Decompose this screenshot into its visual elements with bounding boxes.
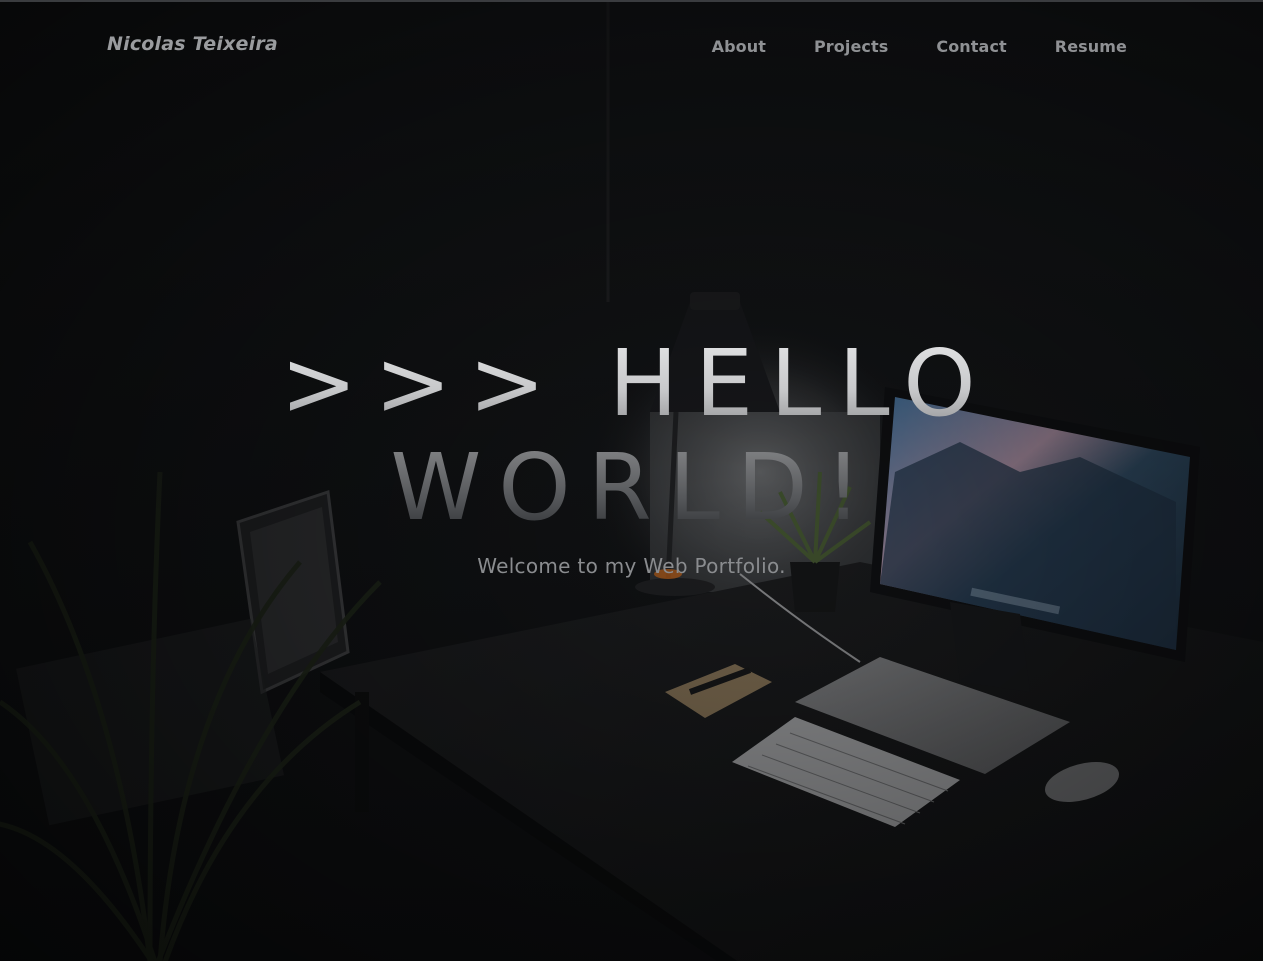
nav-links: About Projects Contact Resume: [664, 37, 1127, 56]
nav-link-resume[interactable]: Resume: [1055, 37, 1127, 56]
hero-heading-line1: >>> HELLO: [0, 332, 1263, 436]
hero-subtitle: Welcome to my Web Portfolio.: [477, 554, 786, 578]
nav-link-projects[interactable]: Projects: [814, 37, 888, 56]
hero-heading-line2: WORLD!: [0, 436, 1263, 540]
brand-logo-link[interactable]: Nicolas Teixeira: [107, 33, 278, 55]
top-navbar: Nicolas Teixeira About Projects Contact …: [0, 2, 1263, 92]
nav-link-about[interactable]: About: [712, 37, 766, 56]
hero-section: >>> HELLO WORLD! Welcome to my Web Portf…: [0, 332, 1263, 579]
nav-link-contact[interactable]: Contact: [936, 37, 1006, 56]
portfolio-page: Nicolas Teixeira About Projects Contact …: [0, 0, 1263, 961]
